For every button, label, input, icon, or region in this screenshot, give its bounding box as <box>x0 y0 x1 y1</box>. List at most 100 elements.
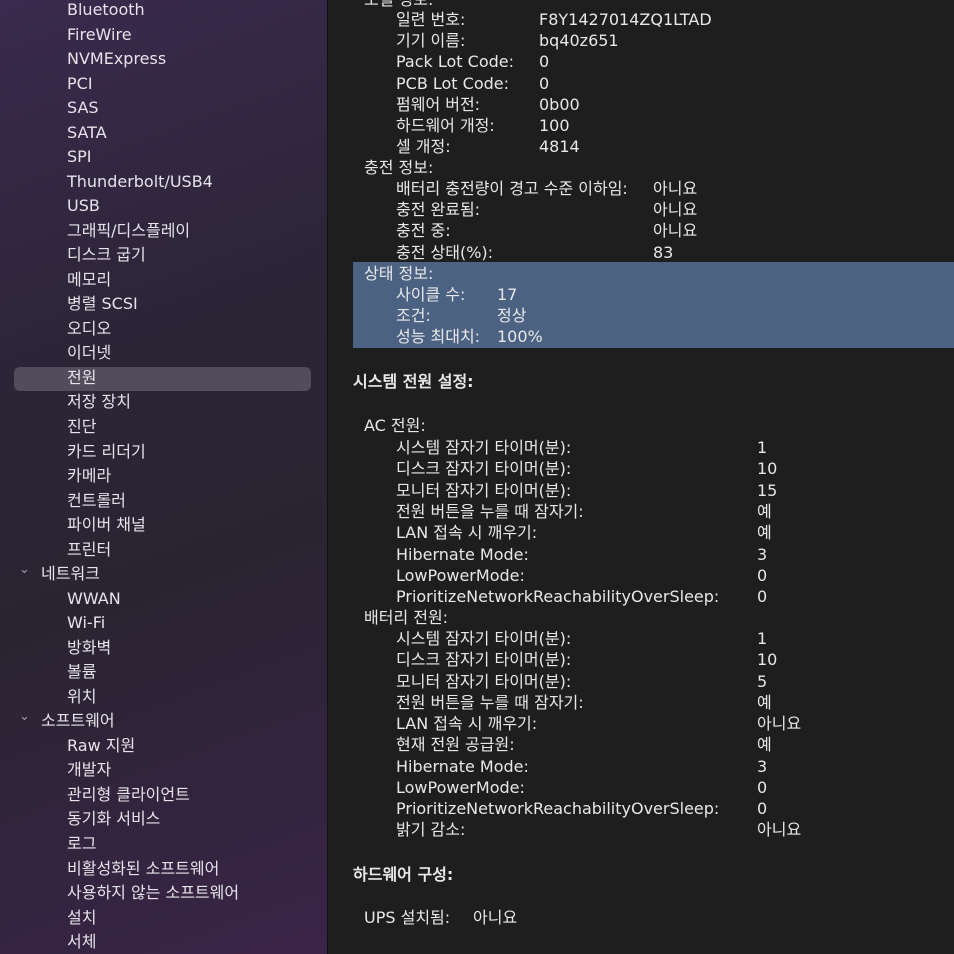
row-label: UPS 설치됨: <box>364 908 451 927</box>
info-row: 충전 상태(%): 83 <box>396 242 673 263</box>
sidebar-item[interactable]: 이더넷 <box>67 341 111 365</box>
sidebar-item[interactable]: SPI <box>67 145 92 169</box>
row-label: Hibernate Mode: <box>396 544 529 564</box>
chevron-down-icon[interactable]: ⌄ <box>19 558 30 582</box>
info-row: LowPowerMode: 0 <box>396 777 767 798</box>
sidebar-item[interactable]: 개발자 <box>67 758 111 782</box>
row-label: 펌웨어 버전: <box>396 94 481 114</box>
sidebar-item[interactable]: 카드 리더기 <box>67 440 146 464</box>
sidebar-item[interactable]: USB <box>67 194 100 218</box>
sidebar-group-software[interactable]: ⌄ 소프트웨어 <box>19 709 115 733</box>
info-row: 펌웨어 버전: 0b00 <box>396 94 580 115</box>
sidebar-item[interactable]: 카메라 <box>67 464 111 488</box>
info-row: 셀 개정: 4814 <box>396 136 580 157</box>
sidebar-item[interactable]: 서체 <box>67 930 96 954</box>
info-row: 모니터 잠자기 타이머(분): 15 <box>396 480 777 501</box>
info-row: 충전 완료됨: 아니요 <box>396 199 697 220</box>
sidebar-item[interactable]: Wi-Fi <box>67 611 105 635</box>
row-label: Pack Lot Code: <box>396 52 515 72</box>
sidebar-item[interactable]: 오디오 <box>67 317 111 341</box>
row-label: LAN 접속 시 깨우기: <box>396 714 538 733</box>
section-label: 배터리 전원: <box>364 607 448 628</box>
sidebar-item-label: 컨트롤러 <box>67 490 126 510</box>
sidebar-item-label: Wi-Fi <box>67 613 106 633</box>
row-value: 아니요 <box>653 200 698 220</box>
sidebar-item[interactable]: 파이버 채널 <box>67 513 146 537</box>
row-label: 배터리 전원: <box>364 608 449 627</box>
sidebar-item-label: 전원 <box>67 367 97 387</box>
sidebar-item[interactable]: NVMExpress <box>67 47 166 71</box>
sidebar-item[interactable]: 프린터 <box>67 538 111 562</box>
sidebar-item-label: USB <box>67 196 100 216</box>
row-label: 현재 전원 공급원: <box>396 735 515 755</box>
info-row: 기기 이름: bq40z651 <box>396 30 619 51</box>
row-label: PrioritizeNetworkReachabilityOverSleep: <box>396 799 720 818</box>
sidebar-item[interactable]: 사용하지 않는 소프트웨어 <box>67 881 239 905</box>
sidebar-item[interactable]: 볼륨 <box>67 660 96 684</box>
row-value: 0 <box>757 565 768 585</box>
row-label: PrioritizeNetworkReachabilityOverSleep: <box>396 587 720 607</box>
row-value: 17 <box>497 285 518 304</box>
sidebar-item[interactable]: 병렬 SCSI <box>67 292 138 316</box>
row-value: 100% <box>497 327 543 347</box>
info-row: LAN 접속 시 깨우기: 아니요 <box>396 713 801 734</box>
section-label: AC 전원: <box>364 415 426 436</box>
row-label: 충전 정보: <box>364 158 434 177</box>
sidebar-item[interactable]: 관리형 클라이언트 <box>67 783 190 807</box>
row-value: 83 <box>653 242 674 262</box>
sidebar-item[interactable]: 방화벽 <box>67 636 111 660</box>
sidebar-item[interactable]: Raw 지원 <box>67 734 135 758</box>
row-value: 15 <box>757 480 778 500</box>
row-label: LowPowerMode: <box>396 777 525 797</box>
row-label: 전원 버튼을 누를 때 잠자기: <box>396 692 584 712</box>
sidebar-item[interactable]: 위치 <box>67 685 96 709</box>
row-value: 5 <box>757 671 768 691</box>
row-value: 예 <box>757 735 772 755</box>
row-label: 모델 정보: <box>364 0 433 9</box>
sidebar-group-network[interactable]: ⌄ 네트워크 <box>19 562 100 586</box>
sidebar-item[interactable]: Bluetooth <box>67 0 145 22</box>
row-label: 시스템 전원 설정: <box>353 372 474 391</box>
sidebar-item-label: 볼륨 <box>67 662 97 682</box>
row-label: 모니터 잠자기 타이머(분): <box>396 671 572 691</box>
chevron-down-icon[interactable]: ⌄ <box>19 705 30 729</box>
detail-pane: 모델 정보:일련 번호: F8Y1427014ZQ1LTAD 기기 이름: bq40z… <box>328 0 954 954</box>
row-label: LAN 접속 시 깨우기: <box>396 523 538 543</box>
sidebar-item[interactable]: PCI <box>67 72 93 96</box>
sidebar-item[interactable]: 설치 <box>67 906 96 930</box>
info-row: 현재 전원 공급원: 예 <box>396 734 772 755</box>
sidebar-item[interactable]: 디스크 굽기 <box>67 243 146 267</box>
sidebar-item-label: 방화벽 <box>67 637 112 657</box>
row-value: 100 <box>539 116 570 135</box>
info-row: 조건: 정상 <box>396 305 526 326</box>
sidebar-item-label: 저장 장치 <box>67 392 131 412</box>
row-value: 0 <box>757 799 768 818</box>
sidebar-item[interactable]: 로그 <box>67 832 96 856</box>
sidebar-item[interactable]: 메모리 <box>67 268 111 292</box>
sidebar-item[interactable]: FireWire <box>67 23 132 47</box>
sidebar-item-label: 그래픽/디스플레이 <box>67 220 191 240</box>
row-label: 밝기 감소: <box>396 820 466 840</box>
sidebar-item[interactable]: 컨트롤러 <box>67 489 126 513</box>
info-row: Hibernate Mode: 3 <box>396 544 767 565</box>
sidebar-item[interactable]: 그래픽/디스플레이 <box>67 219 190 243</box>
info-row: LAN 접속 시 깨우기: 예 <box>396 522 772 543</box>
sidebar-item[interactable]: 저장 장치 <box>67 390 131 414</box>
info-row: 배터리 충전량이 경고 수준 이하임: 아니요 <box>396 178 697 199</box>
sidebar-item[interactable]: 전원 <box>67 366 96 390</box>
sidebar-item[interactable]: 동기화 서비스 <box>67 807 160 831</box>
sidebar-item[interactable]: Thunderbolt/USB4 <box>67 170 213 194</box>
row-value: 0 <box>757 587 768 607</box>
sidebar-item[interactable]: SAS <box>67 96 99 120</box>
info-row: 디스크 잠자기 타이머(분): 10 <box>396 458 777 479</box>
sidebar-item[interactable]: SATA <box>67 121 107 145</box>
sidebar-item-label: 네트워크 <box>41 564 100 584</box>
row-label: 충전 완료됨: <box>396 200 481 220</box>
sidebar-item[interactable]: 비활성화된 소프트웨어 <box>67 857 219 881</box>
row-label: 디스크 잠자기 타이머(분): <box>396 650 572 670</box>
row-value: F8Y1427014ZQ1LTAD <box>539 10 712 29</box>
sidebar-item[interactable]: 진단 <box>67 415 96 439</box>
sidebar-item[interactable]: WWAN <box>67 587 121 611</box>
row-value: 예 <box>757 692 772 712</box>
row-label: 전원 버튼을 누를 때 잠자기: <box>396 501 584 521</box>
